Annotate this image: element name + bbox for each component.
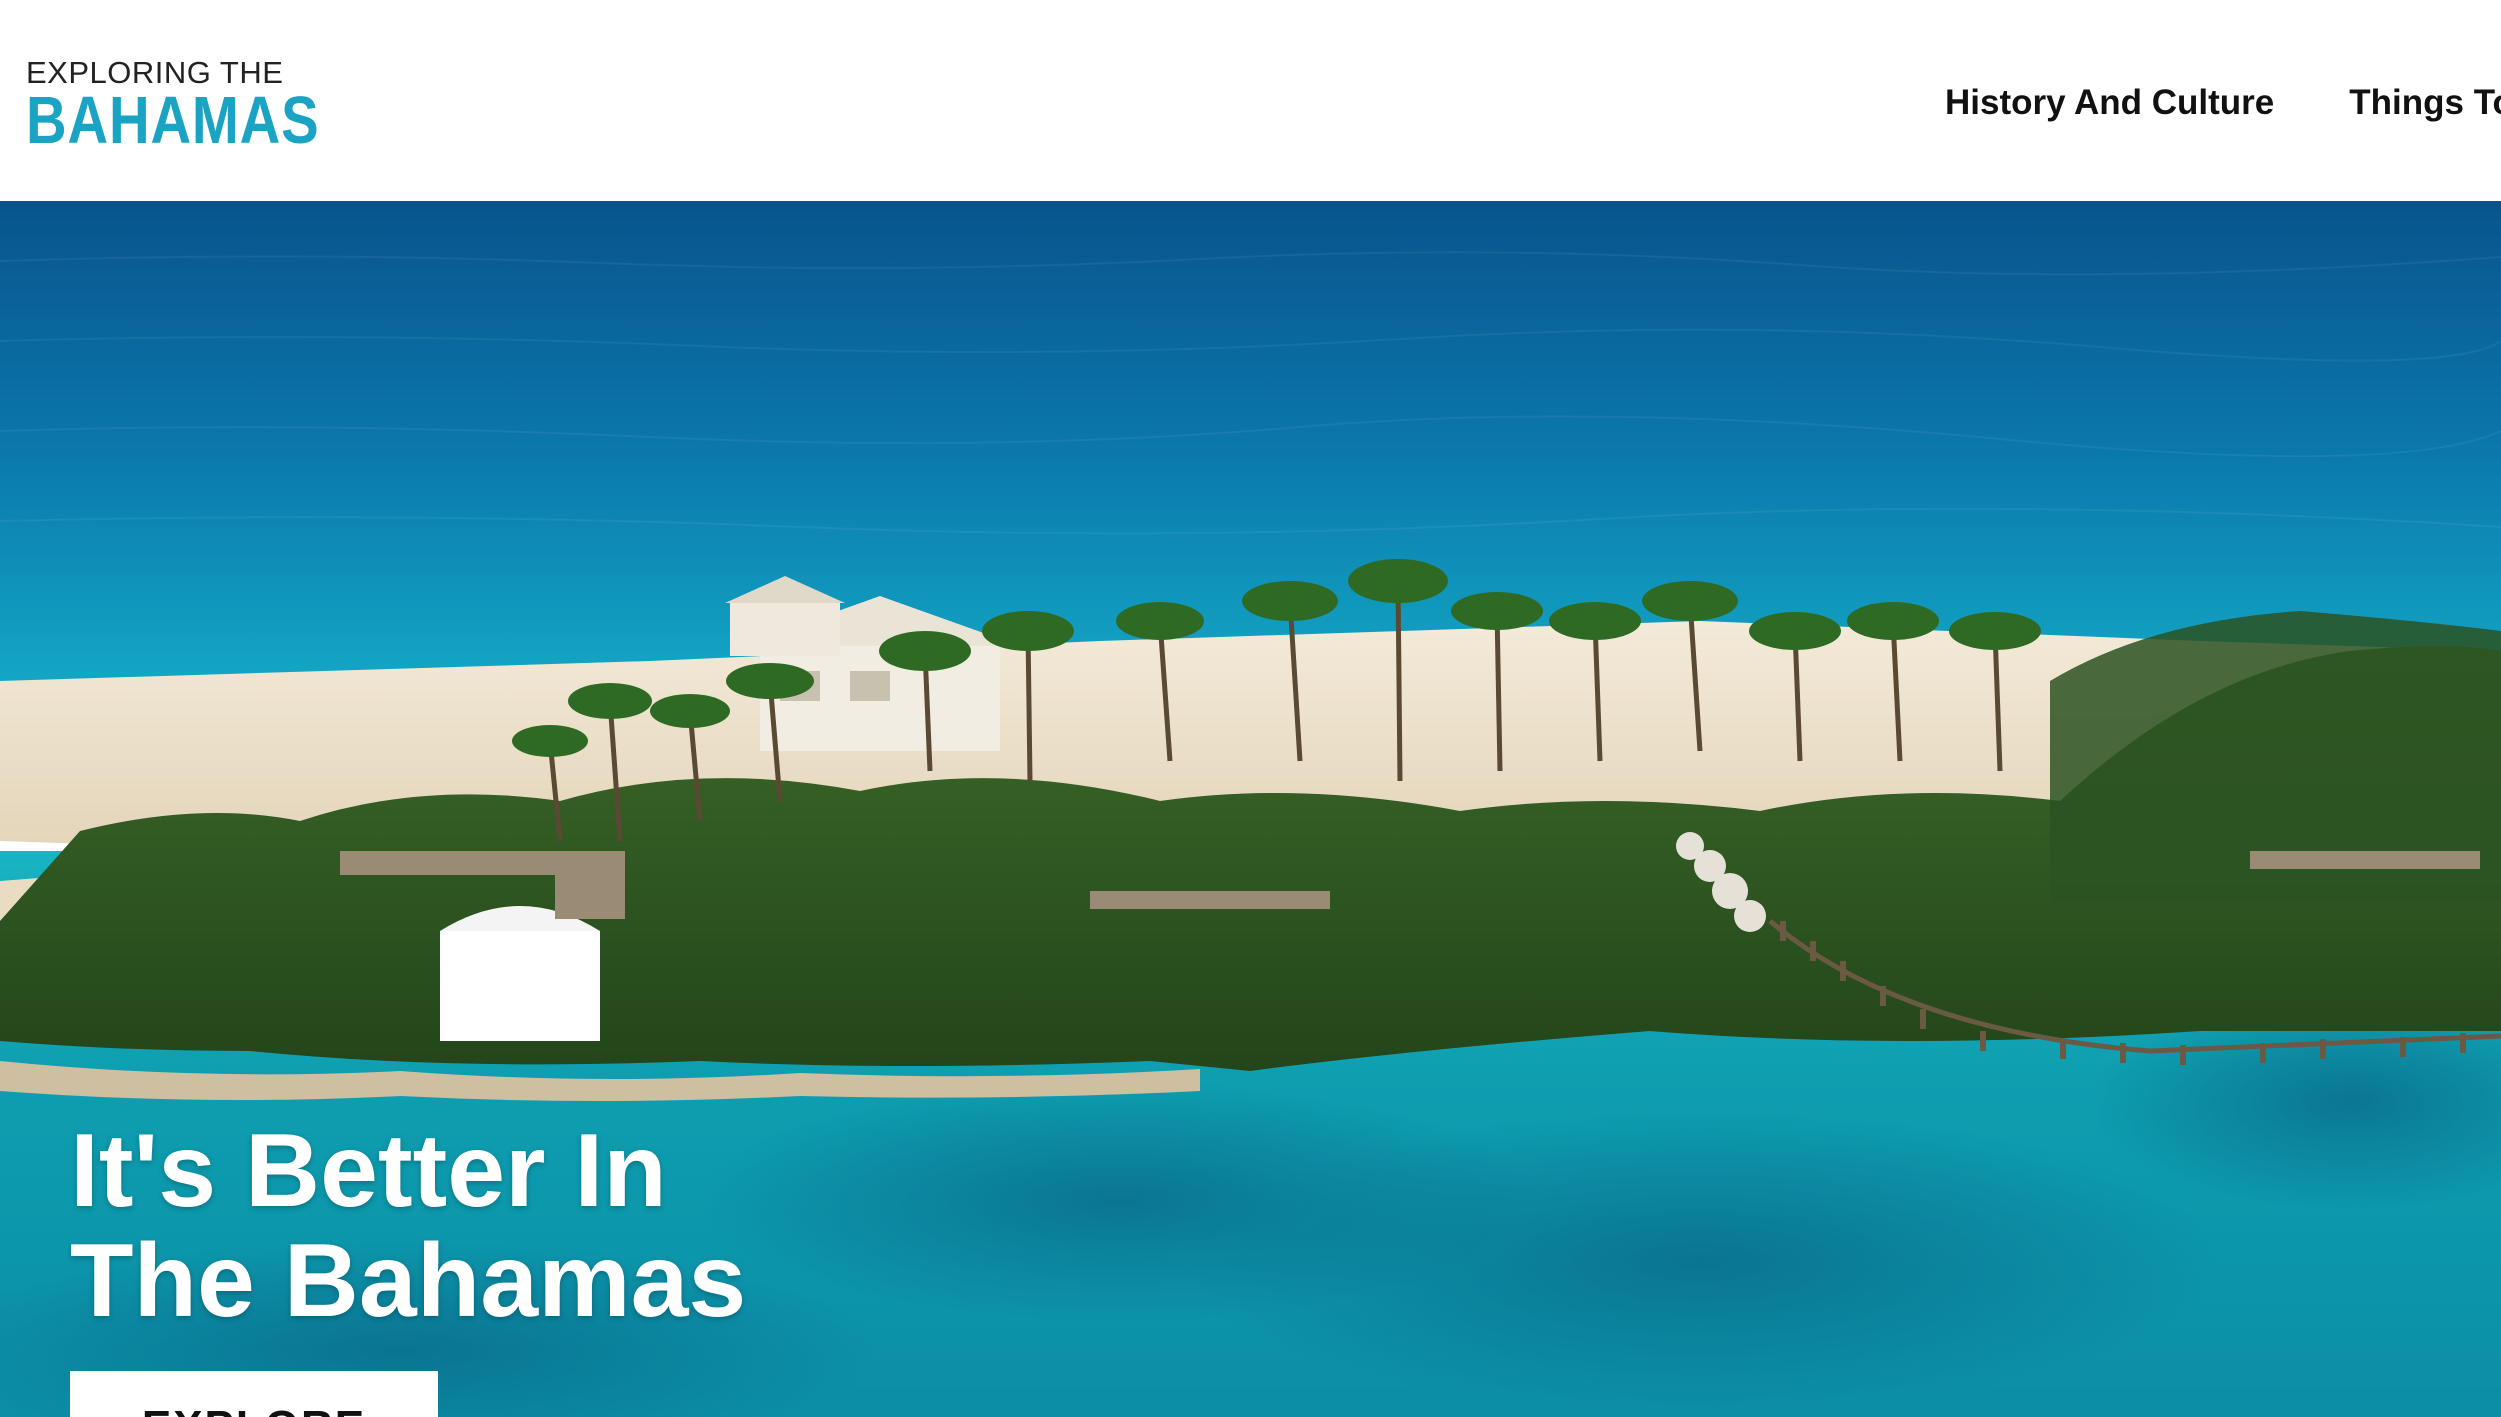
hero-title-line-2: The Bahamas — [70, 1223, 747, 1339]
logo-line-bottom: BAHAMAS — [26, 83, 320, 158]
main-nav: History And Culture Things To — [1945, 83, 2501, 123]
site-logo[interactable]: EXPLORING THE BAHAMAS — [26, 56, 375, 158]
explore-button[interactable]: EXPLORE — [70, 1371, 438, 1417]
hero-title-line-1: It's Better In — [70, 1113, 667, 1229]
hero-title: It's Better In The Bahamas — [70, 1116, 746, 1336]
nav-item-history-and-culture[interactable]: History And Culture — [1945, 83, 2274, 123]
nav-item-things-to[interactable]: Things To — [2349, 83, 2501, 123]
hero-section: It's Better In The Bahamas EXPLORE — [0, 201, 2501, 1417]
page: EXPLORING THE BAHAMAS History And Cultur… — [0, 0, 2501, 1417]
site-header: EXPLORING THE BAHAMAS History And Cultur… — [0, 0, 2501, 201]
